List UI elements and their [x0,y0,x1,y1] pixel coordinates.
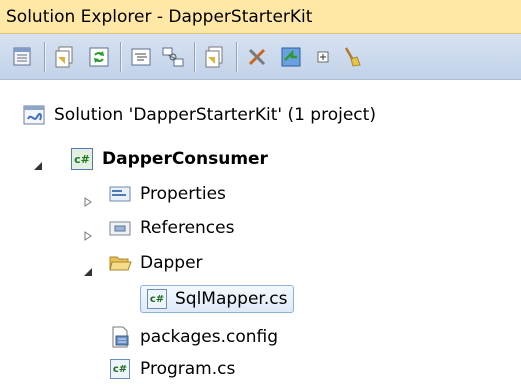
panel-title: Solution Explorer - DapperStarterKit [6,7,313,27]
view-code-icon[interactable] [128,44,154,70]
solution-label: Solution 'DapperStarterKit' (1 project) [54,105,376,125]
tree-item-label: Program.cs [140,359,236,379]
project-node[interactable]: c# DapperConsumer [70,142,268,176]
tree-item-references[interactable]: References [108,211,234,245]
tree-item-label: packages.config [140,327,279,347]
toolbar [0,34,521,80]
view-class-diagram-icon[interactable] [160,44,186,70]
tree-item-label: SqlMapper.cs [175,289,288,309]
tree-item-packages-config[interactable]: packages.config [108,320,278,354]
show-all-files-icon[interactable] [52,44,78,70]
solution-node[interactable]: Solution 'DapperStarterKit' (1 project) [22,98,376,132]
properties-icon[interactable] [10,44,36,70]
solution-tree: Solution 'DapperStarterKit' (1 project) … [0,80,521,385]
tree-item-program[interactable]: c# Program.cs [108,352,235,386]
tree-item-label: References [140,218,235,238]
dapper-expander[interactable] [82,266,94,278]
tree-item-sqlmapper[interactable]: c# SqlMapper.cs [140,282,295,316]
panel-title-bar[interactable]: Solution Explorer - DapperStarterKit [0,0,521,34]
properties-folder-icon [108,182,132,206]
project-expander[interactable] [32,160,44,172]
csharp-file-icon: c# [108,357,132,381]
clean-icon[interactable] [338,44,364,70]
config-file-icon [108,325,132,349]
solution-icon [22,103,46,127]
tree-item-dapper[interactable]: Dapper [108,246,203,280]
csharp-file-icon: c# [145,287,169,311]
add-item-icon[interactable] [202,44,228,70]
tree-item-label: Dapper [140,253,203,273]
properties-expander[interactable] [82,196,94,208]
open-folder-icon [108,251,132,275]
refresh-icon[interactable] [86,44,112,70]
sync-icon[interactable] [278,44,304,70]
collapse-all-icon[interactable] [310,44,336,70]
references-folder-icon [108,216,132,240]
tools-icon[interactable] [244,44,270,70]
selection-highlight: c# SqlMapper.cs [140,285,295,313]
tree-item-properties[interactable]: Properties [108,177,226,211]
csharp-project-icon: c# [70,147,94,171]
project-label: DapperConsumer [102,149,268,169]
references-expander[interactable] [82,230,94,242]
tree-item-label: Properties [140,184,226,204]
